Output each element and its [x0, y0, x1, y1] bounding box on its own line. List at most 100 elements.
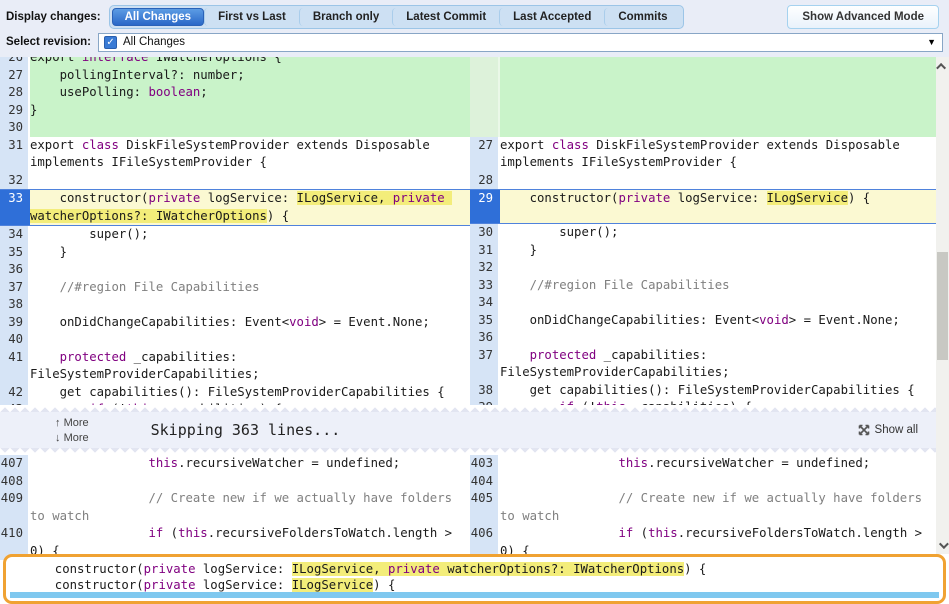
code-text: if (!this._capabilities) { — [30, 401, 470, 405]
code-text — [500, 294, 936, 312]
diff-top-section: 26export interface IWatcherOptions {27 p… — [0, 57, 936, 405]
tab-first-vs-last[interactable]: First vs Last — [204, 8, 299, 26]
code-text: } — [30, 102, 470, 120]
code-text: // Create new if we actually have folder… — [30, 490, 470, 525]
checkbox-checked-icon[interactable]: ✓ — [104, 36, 117, 49]
diff-bottom-section: 407 this.recursiveWatcher = undefined;40… — [0, 455, 936, 560]
more-down-button[interactable]: ↓ More — [55, 432, 89, 444]
tab-latest-commit[interactable]: Latest Commit — [392, 8, 499, 26]
code-text: protected _capabilities: FileSystemProvi… — [30, 349, 470, 384]
line-number: 27 — [0, 67, 30, 85]
code-text — [500, 172, 936, 190]
code-text — [30, 296, 470, 314]
code-line: 407 this.recursiveWatcher = undefined; — [0, 455, 470, 473]
code-line: 35 onDidChangeCapabilities: Event<void> … — [470, 312, 936, 330]
code-text: export class DiskFileSystemProvider exte… — [500, 137, 936, 172]
line-number: 30 — [470, 224, 500, 242]
code-text: //#region File Capabilities — [500, 277, 936, 295]
code-text — [500, 329, 936, 347]
code-line: 27 pollingInterval?: number; — [0, 67, 470, 85]
scrollbar-thumb[interactable] — [937, 252, 948, 360]
skipped-lines-band: ↑ More ↓ More Skipping 363 lines... Show… — [0, 405, 936, 455]
skipping-lines-text: Skipping 363 lines... — [151, 421, 341, 439]
code-text: export class DiskFileSystemProvider exte… — [30, 137, 470, 172]
scroll-up-button[interactable] — [936, 59, 949, 73]
line-number: 26 — [0, 57, 30, 67]
code-line — [470, 102, 936, 120]
show-advanced-mode-button[interactable]: Show Advanced Mode — [787, 5, 939, 29]
code-line — [470, 84, 936, 102]
line-number: 407 — [0, 455, 30, 473]
code-text: if (!this._capabilities) { — [500, 399, 936, 405]
line-number: 39 — [0, 314, 30, 332]
tab-branch-only[interactable]: Branch only — [299, 8, 392, 26]
line-number: 31 — [470, 242, 500, 260]
torn-edge-bottom — [0, 448, 936, 455]
code-text — [500, 473, 936, 491]
code-text: constructor(private logService: ILogServ… — [30, 190, 470, 225]
code-line: 43 if (!this._capabilities) { — [0, 401, 470, 405]
line-number: 403 — [470, 455, 500, 473]
show-all-button[interactable]: Show all — [858, 424, 918, 436]
code-text: constructor(private logService: ILogServ… — [500, 190, 936, 223]
line-number: 32 — [470, 259, 500, 277]
code-text: super(); — [30, 226, 470, 244]
code-line: 39 if (!this._capabilities) { — [470, 399, 936, 405]
code-text — [30, 172, 470, 190]
code-text: //#region File Capabilities — [30, 279, 470, 297]
line-number: 40 — [0, 331, 30, 349]
code-text — [500, 259, 936, 277]
diff-left-pane-bottom: 407 this.recursiveWatcher = undefined;40… — [0, 455, 470, 560]
code-text: onDidChangeCapabilities: Event<void> = E… — [500, 312, 936, 330]
code-line: 29 constructor(private logService: ILogS… — [470, 189, 936, 224]
code-text — [500, 67, 936, 85]
code-line: 33 //#region File Capabilities — [470, 277, 936, 295]
line-number: 34 — [470, 294, 500, 312]
code-text: onDidChangeCapabilities: Event<void> = E… — [30, 314, 470, 332]
popup-horizontal-scrollbar[interactable] — [10, 592, 939, 598]
code-text: // Create new if we actually have folder… — [500, 490, 936, 525]
line-number: 36 — [0, 261, 30, 279]
code-line: 27export class DiskFileSystemProvider ex… — [470, 137, 936, 172]
code-line: 42 get capabilities(): FileSystemProvide… — [0, 384, 470, 402]
tab-last-accepted[interactable]: Last Accepted — [499, 8, 604, 26]
tab-commits[interactable]: Commits — [604, 8, 680, 26]
line-number: 38 — [470, 382, 500, 400]
line-comparison-popup: constructor(private logService: ILogServ… — [3, 554, 946, 604]
diff-right-pane: 27export class DiskFileSystemProvider ex… — [470, 57, 936, 405]
code-line: 33 constructor(private logService: ILogS… — [0, 189, 470, 226]
more-up-button[interactable]: ↑ More — [55, 417, 89, 429]
code-line: 39 onDidChangeCapabilities: Event<void> … — [0, 314, 470, 332]
code-line: 37 protected _capabilities: FileSystemPr… — [470, 347, 936, 382]
line-number — [470, 84, 500, 102]
code-text — [30, 261, 470, 279]
line-number: 33 — [0, 190, 30, 225]
tab-all-changes[interactable]: All Changes — [112, 8, 204, 26]
scroll-down-button[interactable] — [936, 538, 949, 552]
code-line — [470, 119, 936, 137]
line-number: 37 — [470, 347, 500, 382]
revision-dropdown-value: All Changes — [123, 36, 185, 48]
code-text — [500, 57, 936, 67]
line-number: 30 — [0, 119, 30, 137]
line-number: 28 — [470, 172, 500, 190]
code-text: usePolling: boolean; — [30, 84, 470, 102]
line-number: 27 — [470, 137, 500, 172]
code-line: 31export class DiskFileSystemProvider ex… — [0, 137, 470, 172]
popup-code-line: constructor(private logService: ILogServ… — [40, 577, 943, 593]
code-line: 26export interface IWatcherOptions { — [0, 57, 470, 67]
code-line: 30 super(); — [470, 224, 936, 242]
code-text: pollingInterval?: number; — [30, 67, 470, 85]
code-line: 34 super(); — [0, 226, 470, 244]
chevron-up-icon — [936, 62, 946, 72]
chevron-down-icon[interactable]: ▼ — [927, 37, 936, 47]
vertical-scrollbar[interactable] — [936, 57, 949, 554]
code-line: 40 — [0, 331, 470, 349]
line-number: 31 — [0, 137, 30, 172]
line-number: 405 — [470, 490, 500, 525]
code-line: 408 — [0, 473, 470, 491]
line-number: 33 — [470, 277, 500, 295]
revision-dropdown[interactable]: ✓ All Changes ▼ — [98, 33, 943, 52]
line-number — [470, 57, 500, 67]
show-all-label: Show all — [875, 424, 918, 436]
